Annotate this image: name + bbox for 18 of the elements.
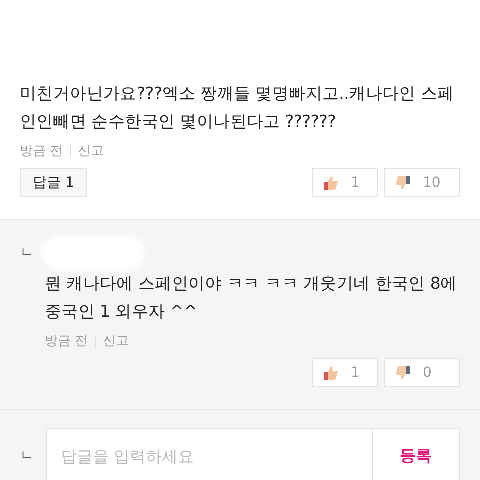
thumbs-up-icon: [323, 364, 339, 380]
thumbs-up-icon: [323, 174, 339, 190]
like-button[interactable]: 1: [312, 358, 378, 387]
timestamp: 방금 전: [45, 333, 88, 350]
thumbs-down-icon: [395, 364, 411, 380]
reply-marker: ㄴ: [20, 447, 34, 465]
like-button[interactable]: 1: [312, 168, 378, 197]
dislike-button[interactable]: 0: [384, 358, 460, 387]
reply-input-field[interactable]: 답글을 입력하세요 등록: [46, 428, 460, 480]
reply-marker: ㄴ: [20, 244, 34, 262]
reply-text: 뭔 캐나다에 스페인이야 ㅋㅋ ㅋㅋ 개웃기네 한국인 8에 중국인 1 외우자 ^^: [45, 273, 458, 323]
dislike-button[interactable]: 10: [384, 168, 460, 197]
timestamp: 방금 전: [20, 143, 64, 160]
report-link[interactable]: 신고: [78, 142, 104, 160]
thumbs-down-icon: [395, 174, 411, 190]
reply-button[interactable]: 답글 1: [20, 168, 88, 197]
comment-text: 미친거아닌가요???엑소 짱깨들 몇명빠지고..캐나다인 스페인인빼면 순수한국인 몇이나된다고 ??????: [20, 83, 456, 133]
report-link[interactable]: 신고: [103, 332, 130, 350]
